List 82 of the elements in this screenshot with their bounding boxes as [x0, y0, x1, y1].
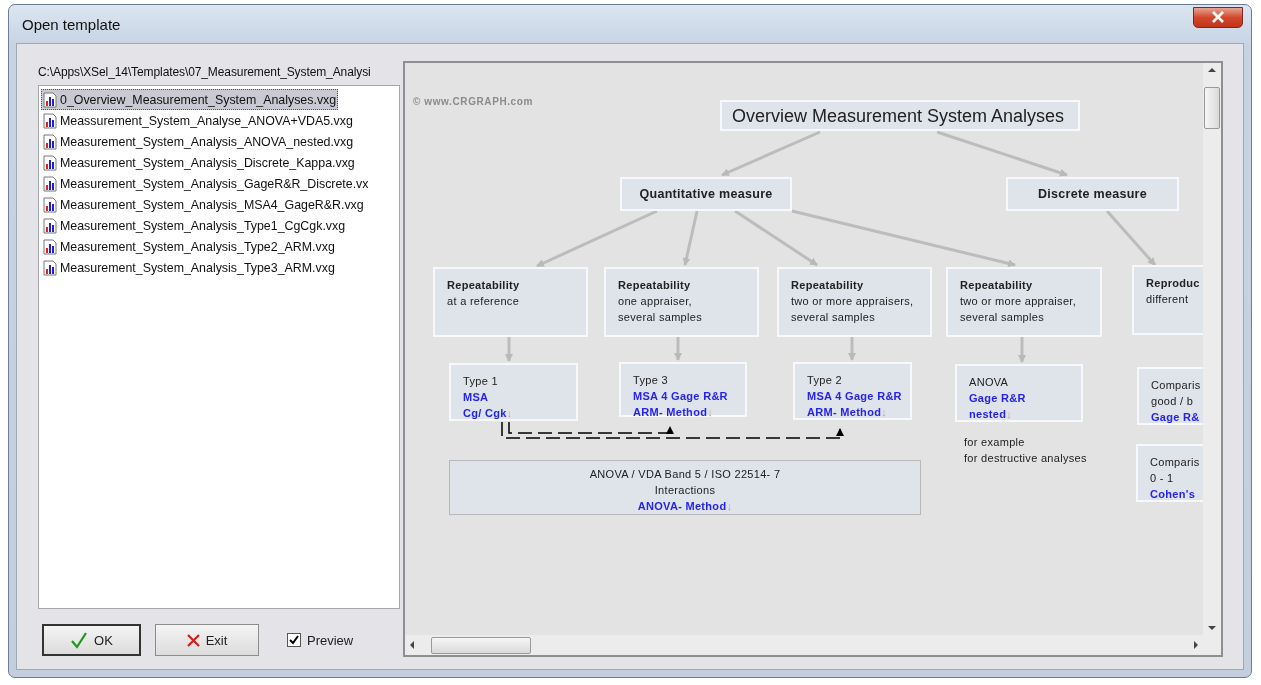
node-text: Quantitative measure: [639, 186, 773, 202]
node-text: Overview Measurement System Analyses: [732, 107, 1066, 124]
node-text: Comparis: [1150, 455, 1200, 470]
folder-path: C:\Apps\XSel_14\Templates\07_Measurement_System_Analysi: [38, 65, 372, 80]
close-icon: [1211, 11, 1225, 23]
node-text: ANOVA: [969, 375, 1009, 390]
file-item[interactable]: Measurement_System_Analysis_GageR&R_Discrete.vx: [41, 173, 371, 194]
chart-file-icon: [43, 217, 57, 234]
chart-file-icon: [43, 91, 57, 108]
chart-file-icon: [43, 196, 57, 213]
template-link[interactable]: ARM- Method↓: [633, 404, 713, 420]
node-text: two or more appraisers,: [791, 294, 914, 309]
template-link[interactable]: Gage R&: [1151, 409, 1200, 425]
scroll-thumb[interactable]: [1204, 87, 1220, 129]
node-text: Repeatability: [791, 278, 864, 293]
close-button[interactable]: [1193, 6, 1243, 28]
template-link[interactable]: Cohen's: [1150, 486, 1196, 502]
watermark-text: © www.CRGRAPH.com: [413, 96, 533, 107]
chart-file-icon: [43, 133, 57, 150]
file-item[interactable]: Measurement_System_Analysis_MSA4_GageR&R.vxg: [41, 194, 366, 215]
node-text: several samples: [960, 310, 1044, 325]
vertical-scrollbar[interactable]: [1203, 63, 1221, 635]
node-text: Repeatability: [618, 278, 691, 293]
file-item[interactable]: Measurement_System_Analysis_Type1_CgCgk.vxg: [41, 215, 348, 236]
template-link[interactable]: ARM- Method↓: [807, 404, 887, 420]
file-item[interactable]: Measurement_System_Analysis_Type3_ARM.vxg: [41, 257, 337, 278]
node-text: several samples: [791, 310, 875, 325]
template-link[interactable]: MSA 4 Gage R&R: [807, 388, 902, 404]
chart-file-icon: [43, 238, 57, 255]
node-text: Repeatability: [960, 278, 1033, 293]
file-item[interactable]: Meassurement_System_Analyse_ANOVA+VDA5.vxg: [41, 110, 355, 131]
template-link[interactable]: Cg/ Cgk↓: [463, 405, 513, 421]
chart-file-icon: [43, 175, 57, 192]
check-icon: [70, 631, 89, 649]
connector-arrow: [682, 210, 699, 266]
chart-file-icon: [43, 112, 57, 129]
cross-icon: [186, 633, 200, 647]
template-link[interactable]: Gage R&R: [969, 390, 1026, 406]
scroll-down-icon[interactable]: [1208, 625, 1216, 631]
node-text: ANOVA / VDA Band 5 / ISO 22514- 7: [589, 466, 781, 482]
file-item[interactable]: Measurement_System_Analysis_Discrete_Kappa.vxg: [41, 152, 357, 173]
node-text: for example: [964, 435, 1025, 450]
node-text: Reproduc: [1146, 276, 1200, 291]
checkbox-label: Preview: [307, 632, 354, 648]
connector-arrow: [1105, 210, 1157, 266]
node-text: Type 2: [807, 373, 842, 388]
node-text: one appraiser,: [618, 294, 692, 309]
window-title: Open template: [22, 15, 121, 33]
file-item[interactable]: Measurement_System_Analysis_ANOVA_nested.vxg: [41, 131, 356, 152]
node-text: several samples: [618, 310, 702, 325]
node-text: Comparis: [1151, 378, 1201, 393]
node-text: at a reference: [447, 294, 520, 309]
exit-button[interactable]: Exit: [155, 624, 259, 656]
connector-arrow: [848, 337, 856, 361]
connector-arrow: [674, 337, 682, 361]
node-text: 0 - 1: [1150, 471, 1174, 486]
chart-file-icon: [43, 154, 57, 171]
horizontal-scrollbar[interactable]: [405, 635, 1203, 655]
node-text: good / b: [1151, 394, 1194, 409]
ok-button[interactable]: OK: [42, 624, 141, 656]
node-text: Interactions: [654, 482, 716, 498]
connector-arrow: [505, 337, 513, 362]
scroll-thumb[interactable]: [431, 636, 531, 654]
node-text: Repeatability: [447, 278, 520, 293]
chart-file-icon: [43, 259, 57, 276]
preview-checkbox[interactable]: [287, 633, 301, 647]
connector-arrow: [1018, 337, 1026, 363]
scroll-up-icon[interactable]: [1208, 67, 1216, 73]
scroll-right-icon[interactable]: [1193, 641, 1199, 649]
template-link[interactable]: MSA: [463, 389, 489, 405]
node-text: two or more appraiser,: [960, 294, 1077, 309]
file-item[interactable]: Measurement_System_Analysis_Type2_ARM.vxg: [41, 236, 337, 257]
node-text: Discrete measure: [1038, 186, 1147, 202]
node-text: different: [1146, 292, 1189, 307]
template-link[interactable]: MSA 4 Gage R&R: [633, 388, 728, 404]
node-text: for destructive analyses: [964, 451, 1087, 466]
template-link[interactable]: ANOVA- Method↓: [637, 497, 733, 514]
file-item[interactable]: 0_Overview_Measurement_System_Analyses.vxg: [41, 89, 339, 110]
template-link[interactable]: nested↓: [969, 406, 1013, 422]
node-text: Type 3: [633, 373, 668, 388]
node-text: Type 1: [463, 374, 498, 389]
scroll-left-icon[interactable]: [409, 641, 415, 649]
